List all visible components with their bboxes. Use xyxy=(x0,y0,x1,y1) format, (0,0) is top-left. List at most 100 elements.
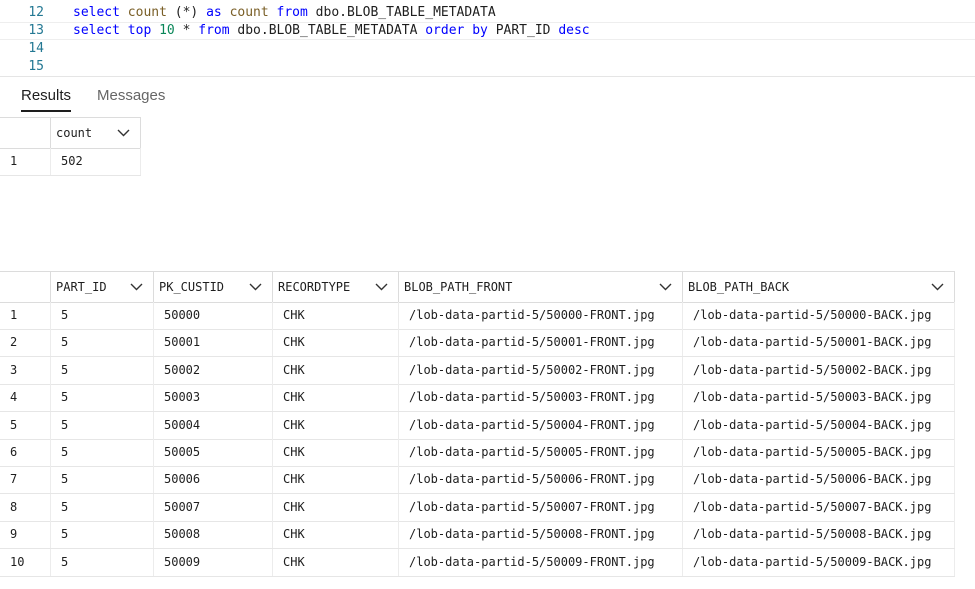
table-cell[interactable]: /lob-data-partid-5/50007-BACK.jpg xyxy=(683,493,955,521)
table-cell[interactable]: /lob-data-partid-5/50005-BACK.jpg xyxy=(683,439,955,466)
table-cell[interactable]: /lob-data-partid-5/50004-FRONT.jpg xyxy=(399,411,683,439)
table-cell[interactable]: 5 xyxy=(51,521,154,549)
table-cell[interactable]: CHK xyxy=(273,411,399,439)
table-cell[interactable]: /lob-data-partid-5/50003-BACK.jpg xyxy=(683,384,955,412)
table-cell[interactable]: /lob-data-partid-5/50006-BACK.jpg xyxy=(683,466,955,494)
column-header-pk-custid[interactable]: PK_CUSTID xyxy=(154,272,273,302)
table-cell[interactable]: /lob-data-partid-5/50002-BACK.jpg xyxy=(683,356,955,384)
table-cell[interactable]: 50007 xyxy=(154,493,273,521)
table-cell[interactable]: /lob-data-partid-5/50002-FRONT.jpg xyxy=(399,356,683,384)
column-header-blob-path-front[interactable]: BLOB_PATH_FRONT xyxy=(399,272,683,302)
table-cell[interactable]: /lob-data-partid-5/50004-BACK.jpg xyxy=(683,411,955,439)
table-cell[interactable]: 5 xyxy=(51,439,154,466)
table-cell[interactable]: CHK xyxy=(273,302,399,329)
table-row[interactable]: 8 5 50007 CHK/lob-data-partid-5/50007-FRONT… xyxy=(0,493,955,522)
table-cell[interactable]: CHK xyxy=(273,384,399,412)
table-row[interactable]: 4 5 50003 CHK/lob-data-partid-5/50003-FRONT… xyxy=(0,384,955,413)
code-line[interactable]: 14 xyxy=(0,40,975,58)
column-header-label: PART_ID xyxy=(56,280,107,294)
table-cell[interactable]: CHK xyxy=(273,356,399,384)
table-row[interactable]: 1 502 xyxy=(0,148,141,176)
table-row[interactable]: 2 5 50001 CHK/lob-data-partid-5/50001-FRONT… xyxy=(0,329,955,358)
code-token: * xyxy=(182,23,199,38)
table-cell[interactable]: CHK xyxy=(273,548,399,576)
row-number: 2 xyxy=(0,329,51,357)
row-number: 4 xyxy=(0,384,51,412)
table-cell[interactable]: /lob-data-partid-5/50007-FRONT.jpg xyxy=(399,493,683,521)
table-cell[interactable]: 5 xyxy=(51,384,154,412)
column-header-label: PK_CUSTID xyxy=(159,280,225,294)
query-editor[interactable]: 12 select count (*) as count from dbo.BLO… xyxy=(0,0,975,77)
column-header-count[interactable]: count xyxy=(51,118,141,148)
table-cell[interactable]: 5 xyxy=(51,493,154,521)
table-row[interactable]: 10 5 50009 CHK/lob-data-partid-5/50009-FRON… xyxy=(0,548,955,577)
table-cell[interactable]: CHK xyxy=(273,329,399,357)
column-header-label: BLOB_PATH_BACK xyxy=(688,280,790,294)
grid-header: count xyxy=(0,117,141,149)
table-cell[interactable]: /lob-data-partid-5/50003-FRONT.jpg xyxy=(399,384,683,412)
row-number-header[interactable] xyxy=(0,272,51,302)
table-row[interactable]: 9 5 50008 CHK/lob-data-partid-5/50008-FRONT… xyxy=(0,521,955,550)
code-token: top xyxy=(127,23,160,38)
code-token: count xyxy=(229,5,277,20)
tab-messages[interactable]: Messages xyxy=(97,87,165,104)
table-cell[interactable]: 5 xyxy=(51,329,154,357)
table-cell[interactable]: CHK xyxy=(273,493,399,521)
table-cell[interactable]: 50001 xyxy=(154,329,273,357)
grid-header: PART_ID PK_CUSTID RECORDTYPE BLOB_PATH_FRON… xyxy=(0,271,955,303)
column-header-label: BLOB_PATH_FRONT xyxy=(404,280,513,294)
table-cell[interactable]: /lob-data-partid-5/50009-FRONT.jpg xyxy=(399,548,683,576)
table-cell[interactable]: /lob-data-partid-5/50006-FRONT.jpg xyxy=(399,466,683,494)
table-cell[interactable]: 50006 xyxy=(154,466,273,494)
table-cell[interactable]: /lob-data-partid-5/50008-BACK.jpg xyxy=(683,521,955,549)
table-row[interactable]: 3 5 50002 CHK/lob-data-partid-5/50002-FRONT… xyxy=(0,356,955,385)
table-cell[interactable]: CHK xyxy=(273,439,399,466)
table-cell[interactable]: /lob-data-partid-5/50001-FRONT.jpg xyxy=(399,329,683,357)
table-cell[interactable]: 50009 xyxy=(154,548,273,576)
table-cell[interactable]: CHK xyxy=(273,466,399,494)
line-number: 12 xyxy=(28,5,44,20)
tab-results[interactable]: Results xyxy=(21,87,72,112)
code-line[interactable]: 12 select count (*) as count from dbo.BLO… xyxy=(0,4,975,22)
table-cell[interactable]: /lob-data-partid-5/50001-BACK.jpg xyxy=(683,329,955,357)
table-cell[interactable]: 5 xyxy=(51,302,154,329)
row-number: 8 xyxy=(0,493,51,521)
table-row[interactable]: 1 5 50000 CHK/lob-data-partid-5/50000-FRONT… xyxy=(0,302,955,330)
code-text: select count (*) as count from dbo.BLOB_… xyxy=(73,4,496,22)
table-cell[interactable]: 5 xyxy=(51,411,154,439)
code-line[interactable]: 15 xyxy=(0,58,975,76)
column-header-recordtype[interactable]: RECORDTYPE xyxy=(273,272,399,302)
table-cell[interactable]: 50002 xyxy=(154,356,273,384)
table-cell[interactable]: 5 xyxy=(51,466,154,494)
table-cell[interactable]: /lob-data-partid-5/50008-FRONT.jpg xyxy=(399,521,683,549)
row-number: 3 xyxy=(0,356,51,384)
table-row[interactable]: 6 5 50005 CHK/lob-data-partid-5/50005-FRONT… xyxy=(0,439,955,467)
code-token: count xyxy=(127,5,167,20)
row-number: 1 xyxy=(0,302,51,329)
column-header-blob-path-back[interactable]: BLOB_PATH_BACK xyxy=(683,272,955,302)
table-row[interactable]: 5 5 50004 CHK/lob-data-partid-5/50004-FRONT… xyxy=(0,411,955,440)
code-text: select top 10 * from dbo.BLOB_TABLE_META… xyxy=(73,22,590,40)
table-cell[interactable]: 5 xyxy=(51,548,154,576)
table-cell[interactable]: /lob-data-partid-5/50005-FRONT.jpg xyxy=(399,439,683,466)
row-number-header[interactable] xyxy=(0,118,51,148)
code-token: order by xyxy=(425,23,496,38)
code-line[interactable]: 13 select top 10 * from dbo.BLOB_TABLE_ME… xyxy=(0,22,975,40)
table-cell[interactable]: 50005 xyxy=(154,439,273,466)
table-cell[interactable]: 50008 xyxy=(154,521,273,549)
table-cell[interactable]: /lob-data-partid-5/50009-BACK.jpg xyxy=(683,548,955,576)
line-number: 15 xyxy=(28,59,44,74)
line-number: 14 xyxy=(28,41,44,56)
table-cell[interactable]: 50004 xyxy=(154,411,273,439)
column-header-label: RECORDTYPE xyxy=(278,280,351,294)
table-cell[interactable]: 502 xyxy=(51,148,141,175)
table-cell[interactable]: 50000 xyxy=(154,302,273,329)
table-row[interactable]: 7 5 50006 CHK/lob-data-partid-5/50006-FRONT… xyxy=(0,466,955,495)
table-cell[interactable]: /lob-data-partid-5/50000-BACK.jpg xyxy=(683,302,955,329)
table-cell[interactable]: CHK xyxy=(273,521,399,549)
column-header-label: count xyxy=(56,126,93,140)
table-cell[interactable]: 5 xyxy=(51,356,154,384)
table-cell[interactable]: 50003 xyxy=(154,384,273,412)
table-cell[interactable]: /lob-data-partid-5/50000-FRONT.jpg xyxy=(399,302,683,329)
column-header-part-id[interactable]: PART_ID xyxy=(51,272,154,302)
